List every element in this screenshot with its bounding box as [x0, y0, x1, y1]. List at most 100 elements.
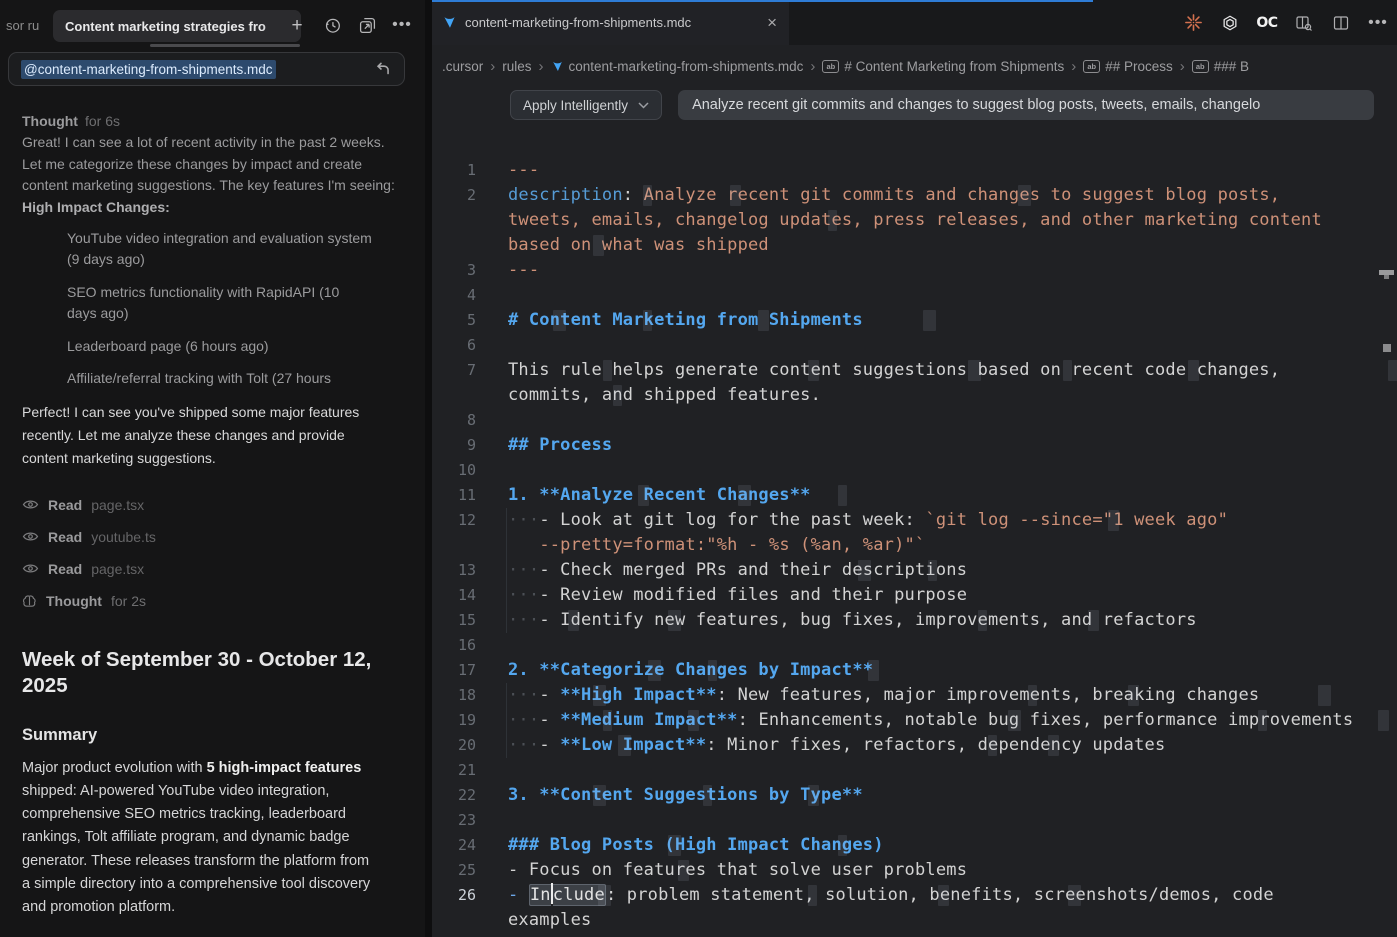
tool-call-row[interactable]: Readpage.tsx	[22, 553, 403, 585]
new-chat-icon[interactable]: +	[286, 14, 308, 36]
tool-call-row[interactable]: Readyoutube.ts	[22, 521, 403, 553]
openai-icon[interactable]	[1219, 12, 1241, 34]
editor-tab[interactable]: content-marketing-from-shipments.mdc ×	[432, 0, 789, 45]
chat-header: sor ru Content marketing strategies fro …	[0, 0, 425, 46]
symbol-string-icon: ab	[822, 60, 839, 73]
breadcrumb-separator: ›	[1071, 58, 1076, 75]
thought-row-6s[interactable]: Thought for 6s	[22, 113, 403, 129]
code-line[interactable]: 18···- **High Impact**: New features, ma…	[432, 683, 1397, 708]
line-number: 23	[432, 808, 476, 833]
context-file-pill[interactable]: @content-marketing-from-shipments.mdc	[8, 52, 405, 86]
code-line[interactable]: 25- Focus on features that solve user pr…	[432, 858, 1397, 883]
code-line[interactable]: 172. **Categorize Changes by Impact**	[432, 658, 1397, 683]
code-line[interactable]: 4	[432, 283, 1397, 308]
line-number: 9	[432, 433, 476, 458]
breadcrumb-item[interactable]: ab### B	[1192, 59, 1249, 74]
split-editor-search-icon[interactable]	[1293, 12, 1315, 34]
code-line[interactable]: 9## Process	[432, 433, 1397, 458]
claude-spark-icon[interactable]	[1182, 12, 1204, 34]
code-line[interactable]: 12···- Look at git log for the past week…	[432, 508, 1397, 533]
tabstrip-scrollbar[interactable]	[150, 44, 300, 47]
chevron-down-icon	[638, 102, 649, 109]
breadcrumb-item[interactable]: ab# Content Marketing from Shipments	[822, 59, 1064, 74]
tool-call-row[interactable]: Readpage.tsx	[22, 489, 403, 521]
code-line[interactable]: 14···- Review modified files and their p…	[432, 583, 1397, 608]
breadcrumb-separator: ›	[1180, 58, 1185, 75]
code-editor[interactable]: 1---2description: Analyze recent git com…	[432, 158, 1397, 937]
line-number: 22	[432, 783, 476, 808]
code-line[interactable]: 1---	[432, 158, 1397, 183]
code-line[interactable]: 13···- Check merged PRs and their descri…	[432, 558, 1397, 583]
breadcrumb-item[interactable]: ab## Process	[1083, 59, 1173, 74]
more-actions-icon[interactable]: •••	[1367, 12, 1389, 34]
editor-pane: content-marketing-from-shipments.mdc × O…	[432, 0, 1397, 937]
mdc-pointer-icon	[442, 15, 457, 30]
editor-group-accent-line	[432, 0, 1093, 2]
thinking-paragraph: Great! I can see a lot of recent activit…	[22, 132, 400, 197]
code-line[interactable]: 7This rule helps generate content sugges…	[432, 358, 1397, 383]
code-line[interactable]: 15···- Identify new features, bug fixes,…	[432, 608, 1397, 633]
background-tab-label[interactable]: sor ru	[6, 18, 39, 33]
breadcrumb-item[interactable]: .cursor	[442, 59, 483, 74]
code-line[interactable]: 26- Include: problem statement, solution…	[432, 883, 1397, 908]
code-line[interactable]: 24### Blog Posts (High Impact Changes)	[432, 833, 1397, 858]
line-number: 15	[432, 608, 476, 633]
apply-intelligently-button[interactable]: Apply Intelligently	[510, 90, 662, 120]
editor-tab-filename: content-marketing-from-shipments.mdc	[465, 15, 691, 30]
line-number: 1	[432, 158, 476, 183]
breadcrumb-item[interactable]: content-marketing-from-shipments.mdc	[551, 59, 804, 74]
undo-icon[interactable]	[374, 60, 392, 78]
breadcrumb: .cursor › rules › content-marketing-from-shi…	[442, 53, 1397, 79]
line-number: 3	[432, 258, 476, 283]
chat-tab-active[interactable]: Content marketing strategies fro	[53, 10, 301, 42]
code-line[interactable]: commits, and shipped features.	[432, 383, 1397, 408]
code-line[interactable]: 23	[432, 808, 1397, 833]
code-line[interactable]: 19···- **Medium Impact**: Enhancements, …	[432, 708, 1397, 733]
breadcrumb-label: .cursor	[442, 59, 483, 74]
apply-button-label: Apply Intelligently	[523, 98, 628, 113]
thinking-list-item: YouTube video integration and evaluation…	[67, 228, 372, 271]
oc-logo[interactable]: OC	[1256, 12, 1278, 34]
symbol-string-icon: ab	[1192, 60, 1209, 73]
context-file-name: @content-marketing-from-shipments.mdc	[21, 60, 276, 79]
thinking-list: YouTube video integration and evaluation…	[22, 228, 372, 390]
code-line[interactable]: examples	[432, 908, 1397, 933]
code-line[interactable]: 6	[432, 333, 1397, 358]
line-number: 11	[432, 483, 476, 508]
code-line[interactable]: ···--pretty=format:"%h - %s (%an, %ar)"`	[432, 533, 1397, 558]
close-icon[interactable]: ×	[767, 14, 777, 31]
code-line[interactable]: 111. **Analyze Recent Changes**	[432, 483, 1397, 508]
scrollbar-cursor-marker	[1379, 270, 1394, 275]
code-line[interactable]: 2description: Analyze recent git commits…	[432, 183, 1397, 208]
chat-tab-title: Content marketing strategies fro	[65, 19, 266, 34]
line-number: 8	[432, 408, 476, 433]
thought-duration: for 6s	[85, 113, 120, 129]
code-line[interactable]: 3---	[432, 258, 1397, 283]
eye-icon	[22, 562, 39, 575]
line-number: 14	[432, 583, 476, 608]
code-line[interactable]: 16	[432, 633, 1397, 658]
breadcrumb-label: rules	[502, 59, 531, 74]
breadcrumb-item[interactable]: rules	[502, 59, 531, 74]
history-icon[interactable]	[321, 14, 343, 36]
code-line[interactable]: 21	[432, 758, 1397, 783]
duplicate-chat-icon[interactable]	[356, 14, 378, 36]
code-line[interactable]: 223. **Content Suggestions by Type**	[432, 783, 1397, 808]
code-line[interactable]: 20···- **Low Impact**: Minor fixes, refa…	[432, 733, 1397, 758]
thought-row-2s[interactable]: Thoughtfor 2s	[22, 585, 403, 617]
line-number: 13	[432, 558, 476, 583]
chat-more-icon[interactable]: •••	[391, 14, 413, 36]
code-line[interactable]: 8	[432, 408, 1397, 433]
line-number: 12	[432, 508, 476, 533]
code-line[interactable]: based on what was shipped	[432, 233, 1397, 258]
code-line[interactable]: 10	[432, 458, 1397, 483]
split-editor-icon[interactable]	[1330, 12, 1352, 34]
code-line[interactable]: tweets, emails, changelog updates, press…	[432, 208, 1397, 233]
thinking-list-item: Leaderboard page (6 hours ago)	[67, 336, 372, 358]
tool-action: Read	[48, 529, 82, 545]
apply-prompt-input[interactable]: Analyze recent git commits and changes t…	[678, 90, 1374, 120]
scrollbar-marker	[1383, 344, 1391, 352]
brain-icon	[22, 594, 37, 608]
code-line[interactable]: 5# Content Marketing from Shipments	[432, 308, 1397, 333]
line-number	[432, 908, 476, 933]
